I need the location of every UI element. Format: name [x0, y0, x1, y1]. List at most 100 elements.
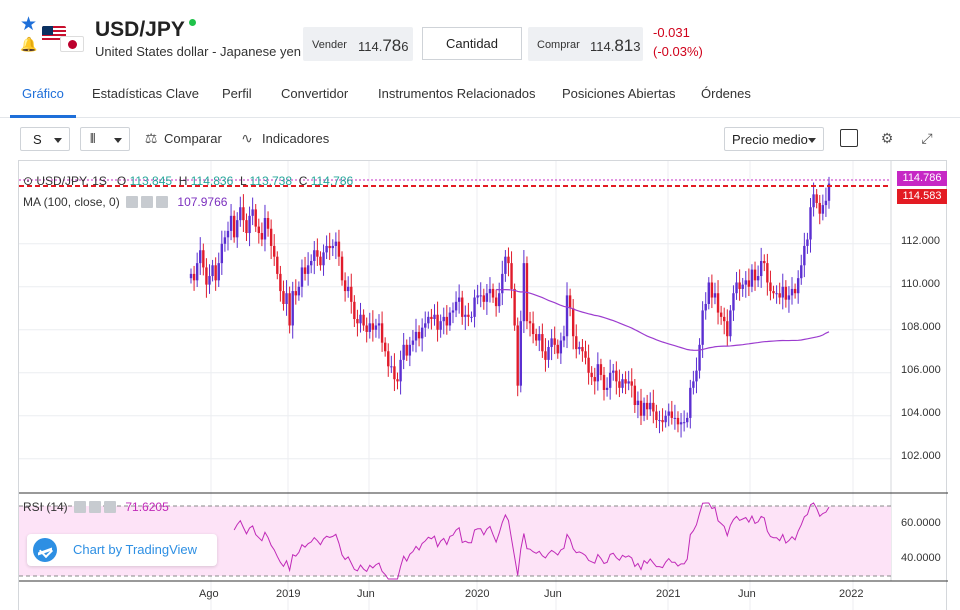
close-icon[interactable]: [156, 196, 169, 208]
legend-h-key: H: [178, 174, 188, 188]
eye-icon[interactable]: [74, 501, 87, 513]
candle-body: [729, 310, 732, 337]
candle-body: [464, 314, 467, 317]
y-tick-label: 110.000: [901, 278, 940, 290]
candle-body: [479, 295, 482, 297]
settings-icon[interactable]: [89, 501, 102, 513]
indicators-icon[interactable]: ∿: [238, 130, 256, 146]
tab-instrumentos[interactable]: Instrumentos Relacionados: [378, 86, 536, 101]
candle-body: [294, 291, 297, 296]
y-tick-label: 104.000: [901, 407, 941, 419]
tradingview-logo-icon: [33, 538, 57, 562]
tab-convertidor[interactable]: Convertidor: [281, 86, 348, 101]
gear-icon[interactable]: ⚙: [878, 130, 896, 146]
interval-select[interactable]: S: [20, 127, 70, 151]
candle-body: [202, 250, 205, 268]
candle-body: [658, 420, 661, 422]
candlestick-icon: ⫴: [90, 131, 96, 146]
bell-icon[interactable]: 🔔: [20, 36, 38, 54]
buy-label: Comprar: [537, 39, 580, 51]
candle-body: [254, 209, 257, 227]
indicators-button[interactable]: Indicadores: [262, 131, 329, 146]
snapshot-checkbox[interactable]: [840, 129, 858, 147]
fullscreen-icon[interactable]: ⤢: [918, 130, 936, 146]
candle-body: [353, 301, 356, 320]
price-mode-select[interactable]: Precio medio: [724, 127, 824, 151]
candle-body: [457, 297, 461, 302]
candle-body: [192, 273, 196, 281]
x-tick-label: 2021: [656, 588, 681, 600]
tab-grafico[interactable]: Gráfico: [22, 86, 64, 101]
star-icon[interactable]: ★: [20, 15, 38, 34]
candle-body: [325, 245, 328, 253]
candle-body: [719, 312, 723, 317]
y-tick-label: 106.000: [901, 364, 941, 376]
chevron-down-icon: [808, 138, 816, 143]
candle-body: [602, 374, 606, 390]
tradingview-badge[interactable]: Chart by TradingView: [27, 534, 217, 566]
candle-body: [211, 265, 214, 277]
candle-body: [670, 411, 674, 418]
tab-estadisticas[interactable]: Estadísticas Clave: [92, 86, 199, 101]
ma-line: [496, 288, 830, 351]
buy-button[interactable]: Comprar 114.813: [528, 27, 643, 61]
chart-type-select[interactable]: ⫴: [80, 127, 130, 151]
candle-body: [430, 316, 433, 320]
candle-body: [371, 323, 375, 330]
tab-bar: Gráfico Estadísticas Clave Perfil Conver…: [0, 78, 960, 118]
candle-body: [516, 325, 519, 386]
tab-ordenes[interactable]: Órdenes: [701, 86, 751, 101]
candle-body: [189, 273, 193, 279]
candle-body: [723, 316, 726, 322]
price-chart[interactable]: ⊙ USD/JPY, 1S O 113.845 H 114.836 L 113.…: [18, 160, 948, 610]
settings-icon[interactable]: [141, 196, 154, 208]
candle-body: [427, 316, 430, 324]
active-tab-indicator: [10, 115, 76, 118]
tab-perfil[interactable]: Perfil: [222, 86, 252, 101]
candle-body: [556, 344, 559, 354]
close-icon[interactable]: [104, 501, 117, 513]
candle-body: [485, 293, 489, 302]
candle-body: [741, 284, 744, 289]
eye-icon[interactable]: [126, 196, 139, 208]
candle-body: [239, 207, 242, 221]
candle-body: [417, 331, 421, 339]
candle-body: [328, 245, 331, 249]
candle-body: [649, 402, 652, 410]
candle-body: [735, 282, 738, 294]
candle-body: [482, 295, 486, 302]
candle-body: [380, 323, 384, 343]
candle-body: [541, 334, 544, 352]
sell-price: 114.786: [358, 36, 409, 55]
candle-body: [661, 420, 664, 423]
candle-body: [793, 288, 797, 294]
candle-body: [199, 250, 202, 264]
candle-body: [251, 209, 254, 216]
ohlc-legend: ⊙ USD/JPY, 1S O 113.845 H 114.836 L 113.…: [23, 174, 353, 188]
legend-eye-icon[interactable]: ⊙: [23, 174, 36, 188]
compare-button[interactable]: Comparar: [164, 131, 222, 146]
candle-body: [775, 293, 778, 295]
candle-body: [704, 303, 707, 311]
candle-body: [310, 260, 313, 266]
tab-posiciones[interactable]: Posiciones Abiertas: [562, 86, 675, 101]
sell-button[interactable]: Vender 114.786: [303, 27, 413, 61]
candle-body: [467, 314, 470, 317]
candle-body: [300, 267, 304, 287]
candle-body: [501, 273, 504, 294]
candle-body: [531, 323, 535, 335]
candle-body: [229, 215, 233, 231]
candle-body: [673, 417, 677, 419]
candle-body: [778, 293, 781, 298]
candle-body: [812, 194, 815, 208]
quantity-button[interactable]: Cantidad: [422, 27, 522, 60]
candle-body: [621, 379, 624, 388]
candle-body: [337, 241, 341, 257]
candle-body: [306, 265, 310, 274]
candle-body: [713, 293, 717, 298]
candle-body: [756, 276, 760, 281]
compare-icon[interactable]: ⚖: [142, 130, 160, 146]
candle-body: [824, 200, 828, 206]
candle-body: [645, 402, 649, 410]
candle-body: [393, 366, 396, 380]
